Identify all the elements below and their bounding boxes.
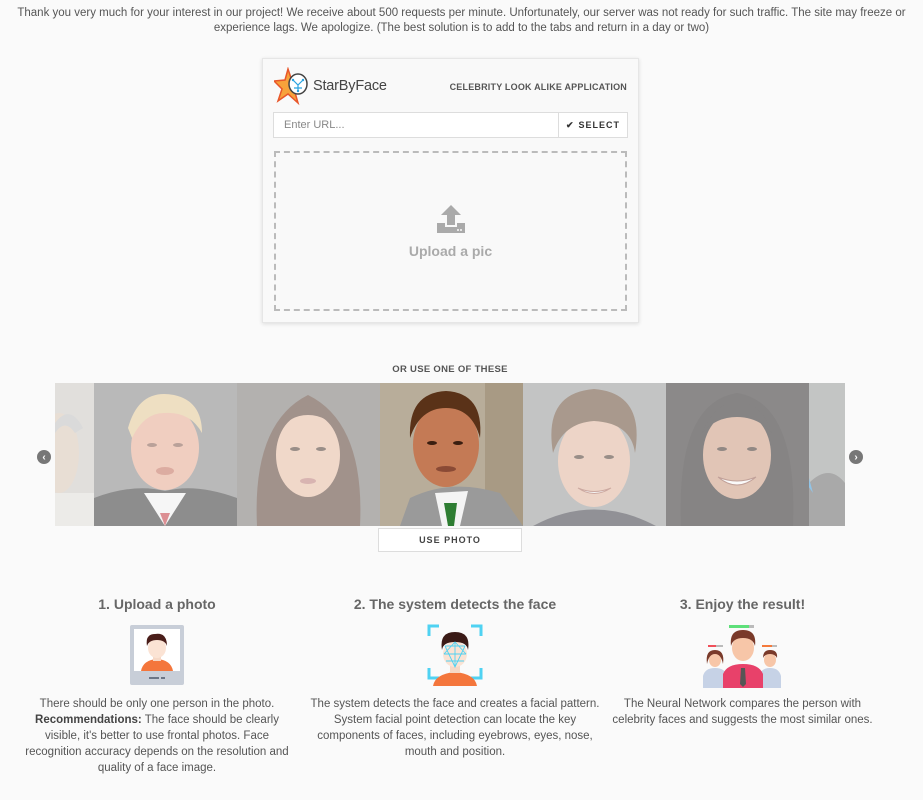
prev-arrow-icon[interactable]: ‹ — [37, 450, 51, 464]
compare-people-icon — [702, 625, 781, 688]
step-description: There should be only one person in the p… — [25, 698, 289, 774]
face-scan-icon — [427, 624, 483, 686]
upload-icon — [436, 205, 465, 233]
carousel-slide[interactable] — [809, 383, 845, 526]
carousel-slide[interactable] — [237, 383, 380, 526]
upload-dropzone[interactable]: Upload a pic — [274, 151, 627, 311]
use-photo-button[interactable]: USE PHOTO — [378, 528, 522, 552]
step-upload-photo: 1. Upload a photo There should be only o… — [22, 596, 292, 776]
app-tagline: CELEBRITY LOOK ALIKE APPLICATION — [449, 82, 627, 92]
select-label: SELECT — [578, 120, 621, 130]
step-title: 2. The system detects the face — [353, 596, 557, 612]
step-title: 1. Upload a photo — [98, 596, 216, 612]
select-button[interactable]: ✔ SELECT — [559, 112, 628, 138]
next-arrow-icon[interactable]: › — [849, 450, 863, 464]
carousel-slide[interactable] — [666, 383, 809, 526]
step-description: The system detects the face and creates … — [310, 698, 600, 758]
gallery-heading: OR USE ONE OF THESE — [392, 364, 508, 375]
carousel-slide[interactable] — [55, 383, 94, 526]
upload-card: StarByFace CELEBRITY LOOK ALIKE APPLICAT… — [262, 58, 639, 323]
carousel-slide-active[interactable] — [380, 383, 523, 526]
step-title: 3. Enjoy the result! — [679, 596, 806, 612]
upload-label: Upload a pic — [408, 243, 493, 259]
traffic-notice: Thank you very much for your interest in… — [17, 7, 906, 34]
photo-id-icon — [130, 625, 184, 685]
carousel-slide[interactable] — [523, 383, 666, 526]
brand-name: StarByFace — [313, 78, 387, 94]
url-input[interactable] — [273, 112, 559, 138]
step-description: The Neural Network compares the person w… — [612, 698, 873, 726]
url-row: ✔ SELECT — [273, 112, 628, 138]
step-detect-face: 2. The system detects the face The syste… — [310, 596, 600, 760]
sample-photo-carousel — [55, 383, 845, 526]
carousel-slide[interactable] — [94, 383, 237, 526]
step-enjoy-result: 3. Enjoy the result! The Neural Network … — [605, 596, 880, 728]
checkmark-icon: ✔ — [565, 119, 575, 130]
starbyface-logo-icon — [274, 67, 308, 106]
